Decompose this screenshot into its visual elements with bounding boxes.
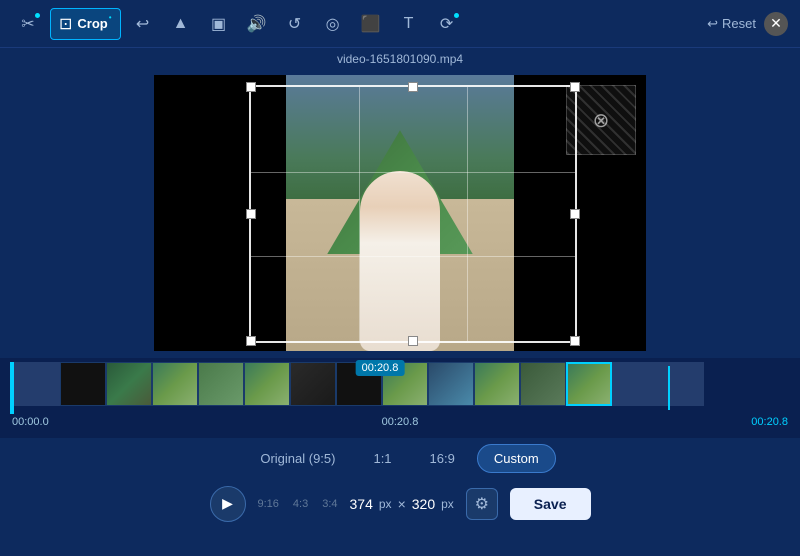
settings-button[interactable]: ⚙ bbox=[466, 488, 498, 520]
preset-1-1[interactable]: 1:1 bbox=[357, 445, 407, 472]
flip-icon[interactable]: ▲ bbox=[165, 8, 197, 40]
crop-width[interactable]: 374 bbox=[350, 496, 373, 512]
timeline-start-indicator bbox=[10, 362, 14, 414]
filename: video-1651801090.mp4 bbox=[337, 52, 463, 66]
video-frame-content bbox=[286, 75, 514, 351]
timestamp-end: 00:20.8 bbox=[751, 416, 788, 428]
timeline-thumb bbox=[520, 362, 566, 406]
video-area: ⊗ bbox=[0, 68, 800, 358]
playhead-tooltip: 00:20.8 bbox=[356, 360, 405, 376]
play-button[interactable]: ▶ bbox=[210, 486, 246, 522]
motion-icon[interactable]: ⟳ bbox=[431, 8, 463, 40]
close-button[interactable]: ✕ bbox=[764, 12, 788, 36]
crop-tool-icon[interactable]: ⊡ Crop • bbox=[50, 8, 121, 40]
timeline-track[interactable] bbox=[14, 362, 800, 406]
overlay-icon[interactable]: ◎ bbox=[317, 8, 349, 40]
person bbox=[360, 171, 440, 351]
watermark: ⊗ bbox=[566, 85, 636, 155]
timeline-thumb bbox=[290, 362, 336, 406]
audio-icon[interactable]: 🔊 bbox=[241, 8, 273, 40]
cut-tool-icon[interactable]: ✂ bbox=[12, 8, 44, 40]
more-ratios: 9:16 4:3 3:4 bbox=[258, 498, 338, 510]
timestamp-mid: 00:20.8 bbox=[382, 416, 419, 428]
preset-16-9[interactable]: 16:9 bbox=[414, 445, 471, 472]
timeline-thumb bbox=[474, 362, 520, 406]
undo-icon[interactable]: ↩ bbox=[127, 8, 159, 40]
text-icon[interactable]: T bbox=[393, 8, 425, 40]
export-video-icon[interactable]: ⬛ bbox=[355, 8, 387, 40]
frame-icon[interactable]: ▣ bbox=[203, 8, 235, 40]
ghost-thumb-right2 bbox=[658, 362, 704, 406]
filename-bar: video-1651801090.mp4 bbox=[0, 48, 800, 68]
ghost-thumb-left bbox=[14, 362, 60, 406]
timeline: 00:20.8 00:00.0 bbox=[0, 358, 800, 438]
timeline-timestamps: 00:00.0 00:20.8 00:20.8 bbox=[0, 414, 800, 430]
playhead-line[interactable] bbox=[668, 366, 670, 410]
crop-presets: Original (9:5) 1:1 16:9 Custom bbox=[244, 444, 555, 473]
timeline-thumb bbox=[152, 362, 198, 406]
bottom-row: ▶ 9:16 4:3 3:4 374 px × 320 px ⚙ Save bbox=[10, 486, 790, 522]
toolbar: ✂ ⊡ Crop • ↩ ▲ ▣ 🔊 ↺ ◎ ⬛ T ⟳ ↩ Reset ✕ bbox=[0, 0, 800, 48]
timeline-thumb bbox=[566, 362, 612, 406]
crop-height[interactable]: 320 bbox=[412, 496, 435, 512]
size-separator: × bbox=[398, 496, 406, 512]
timeline-thumb bbox=[60, 362, 106, 406]
timeline-thumb bbox=[106, 362, 152, 406]
preset-original[interactable]: Original (9:5) bbox=[244, 445, 351, 472]
reset-button[interactable]: ↩ Reset bbox=[707, 16, 756, 32]
bottom-controls: Original (9:5) 1:1 16:9 Custom ▶ 9:16 4:… bbox=[0, 438, 800, 528]
crop-label: Crop bbox=[77, 16, 107, 31]
video-canvas: ⊗ bbox=[154, 75, 646, 351]
video-right-black: ⊗ bbox=[514, 75, 646, 351]
speed-icon[interactable]: ↺ bbox=[279, 8, 311, 40]
width-unit: px bbox=[379, 497, 392, 511]
video-left-black bbox=[154, 75, 286, 351]
preset-custom[interactable]: Custom bbox=[477, 444, 556, 473]
save-button[interactable]: Save bbox=[510, 488, 591, 520]
timeline-thumb bbox=[198, 362, 244, 406]
timestamp-start: 00:00.0 bbox=[12, 416, 49, 428]
height-unit: px bbox=[441, 497, 454, 511]
timeline-thumb bbox=[244, 362, 290, 406]
ghost-thumb-right bbox=[612, 362, 658, 406]
toolbar-right: ↩ Reset ✕ bbox=[707, 12, 788, 36]
timeline-thumb bbox=[428, 362, 474, 406]
size-input-group: 374 px × 320 px bbox=[350, 496, 454, 512]
